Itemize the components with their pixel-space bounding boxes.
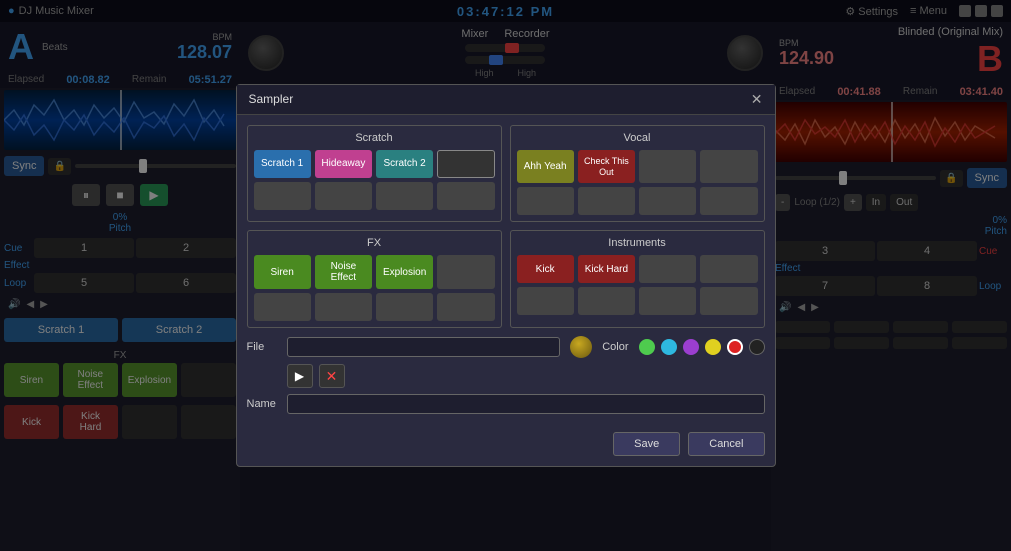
sampler-scratch1-button[interactable]: Scratch 1 <box>254 150 311 178</box>
sampler-scratch5-button[interactable] <box>254 182 311 210</box>
sampler-save-button[interactable]: Save <box>613 432 680 456</box>
sampler-file-row: File Color <box>247 336 765 358</box>
sampler-inst8-button[interactable] <box>700 287 757 315</box>
sampler-vocal6-button[interactable] <box>578 187 635 215</box>
sampler-footer: Save Cancel <box>237 432 775 466</box>
color-dot-cyan[interactable] <box>661 339 677 355</box>
color-dot-black[interactable] <box>749 339 765 355</box>
sampler-vocal4-button[interactable] <box>700 150 757 184</box>
sampler-vocal8-button[interactable] <box>700 187 757 215</box>
sampler-scratch6-button[interactable] <box>315 182 372 210</box>
color-dot-yellow[interactable] <box>705 339 721 355</box>
sampler-instruments-grid: Kick Kick Hard <box>517 255 758 315</box>
sampler-vocal-section: Vocal Ahh Yeah Check This Out <box>510 125 765 223</box>
sampler-fx-title: FX <box>254 237 495 249</box>
sampler-close-button[interactable]: ✕ <box>751 91 763 108</box>
sampler-explosion-button[interactable]: Explosion <box>376 255 433 289</box>
sampler-bottom-sections: FX Siren Noise Effect Explosion Instrume <box>247 230 765 328</box>
sampler-title: Sampler <box>249 92 294 106</box>
sampler-vocal-grid: Ahh Yeah Check This Out <box>517 150 758 216</box>
sampler-color-dots <box>639 339 765 355</box>
sampler-name-row: Name <box>247 394 765 414</box>
sampler-inst7-button[interactable] <box>639 287 696 315</box>
sampler-scratch7-button[interactable] <box>376 182 433 210</box>
sampler-kickhard-button[interactable]: Kick Hard <box>578 255 635 283</box>
sampler-vocal5-button[interactable] <box>517 187 574 215</box>
sampler-kick-button[interactable]: Kick <box>517 255 574 283</box>
color-dot-green[interactable] <box>639 339 655 355</box>
sampler-vocal-title: Vocal <box>517 132 758 144</box>
sampler-scratch-hideaway-button[interactable]: Hideaway <box>315 150 372 178</box>
sampler-vocal2-button[interactable]: Check This Out <box>578 150 635 184</box>
sampler-vocal1-button[interactable]: Ahh Yeah <box>517 150 574 184</box>
sampler-scratch-section: Scratch Scratch 1 Hideaway Scratch 2 <box>247 125 502 223</box>
sampler-inst3-button[interactable] <box>639 255 696 283</box>
sampler-noise-button[interactable]: Noise Effect <box>315 255 372 289</box>
color-dot-red[interactable] <box>727 339 743 355</box>
sampler-fx7-button[interactable] <box>376 293 433 321</box>
sampler-name-label: Name <box>247 398 277 410</box>
sampler-titlebar: Sampler ✕ <box>237 85 775 115</box>
sampler-play-button[interactable]: ▶ <box>287 364 313 388</box>
sampler-inst4-button[interactable] <box>700 255 757 283</box>
sampler-fx6-button[interactable] <box>315 293 372 321</box>
sampler-scratch-grid: Scratch 1 Hideaway Scratch 2 <box>254 150 495 210</box>
sampler-fx4-button[interactable] <box>437 255 494 289</box>
sampler-scratch4-button[interactable] <box>437 150 494 178</box>
sampler-scratch-title: Scratch <box>254 132 495 144</box>
color-dot-purple[interactable] <box>683 339 699 355</box>
sampler-instruments-section: Instruments Kick Kick Hard <box>510 230 765 328</box>
sampler-browse-button[interactable] <box>570 336 592 358</box>
sampler-vocal7-button[interactable] <box>639 187 696 215</box>
sampler-cancel-button[interactable]: Cancel <box>688 432 764 456</box>
sampler-siren-button[interactable]: Siren <box>254 255 311 289</box>
sampler-vocal3-button[interactable] <box>639 150 696 184</box>
sampler-scratch2-button[interactable]: Scratch 2 <box>376 150 433 178</box>
sampler-modal: Sampler ✕ Scratch Scratch 1 Hideaway Scr… <box>236 84 776 468</box>
sampler-inst5-button[interactable] <box>517 287 574 315</box>
sampler-fx-grid: Siren Noise Effect Explosion <box>254 255 495 321</box>
sampler-fx8-button[interactable] <box>437 293 494 321</box>
sampler-file-label: File <box>247 341 277 353</box>
sampler-inst6-button[interactable] <box>578 287 635 315</box>
sampler-top-sections: Scratch Scratch 1 Hideaway Scratch 2 Voc <box>247 125 765 223</box>
sampler-fx-section: FX Siren Noise Effect Explosion <box>247 230 502 328</box>
modal-overlay: Sampler ✕ Scratch Scratch 1 Hideaway Scr… <box>0 0 1011 551</box>
sampler-fx5-button[interactable] <box>254 293 311 321</box>
sampler-instruments-title: Instruments <box>517 237 758 249</box>
sampler-name-input[interactable] <box>287 394 765 414</box>
sampler-body: Scratch Scratch 1 Hideaway Scratch 2 Voc <box>237 115 775 433</box>
sampler-color-label: Color <box>602 341 628 353</box>
sampler-scratch8-button[interactable] <box>437 182 494 210</box>
sampler-play-delete-row: ▶ ✕ <box>247 364 765 388</box>
sampler-delete-button[interactable]: ✕ <box>319 364 345 388</box>
sampler-file-input[interactable] <box>287 337 561 357</box>
